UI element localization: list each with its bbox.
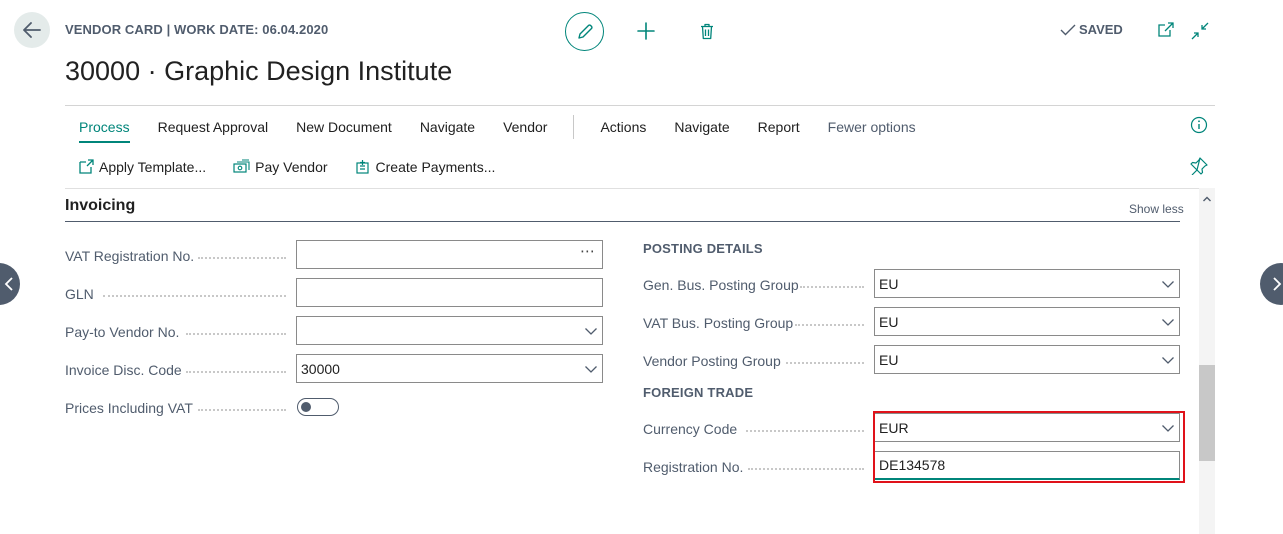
chevron-down-icon — [585, 365, 597, 373]
create-payments-button[interactable]: Create Payments... — [355, 159, 496, 175]
section-title: Invoicing — [65, 197, 136, 214]
save-status-text: SAVED — [1079, 22, 1123, 37]
apply-template-label: Apply Template... — [99, 159, 207, 175]
pin-action-bar-button[interactable] — [1190, 157, 1210, 177]
pay-vendor-button[interactable]: Pay Vendor — [233, 159, 328, 175]
pay-to-vendor-select[interactable] — [296, 316, 603, 345]
show-less-link[interactable]: Show less — [1129, 202, 1184, 216]
menu-new-document[interactable]: New Document — [282, 117, 406, 137]
vendor-posting-group-label: Vendor Posting Group — [643, 353, 781, 369]
vendor-posting-group-value: EU — [879, 351, 899, 368]
fewer-options-button[interactable]: Fewer options — [814, 117, 930, 137]
prices-including-vat-toggle[interactable] — [297, 398, 339, 416]
action-menu: Process Request Approval New Document Na… — [65, 115, 930, 143]
label-leader — [198, 257, 286, 259]
action-bar-divider — [65, 188, 1215, 189]
apply-template-icon — [79, 159, 94, 174]
chevron-right-icon — [1273, 277, 1282, 291]
menu-separator — [573, 115, 575, 139]
label-leader — [198, 409, 286, 411]
menu-report[interactable]: Report — [744, 117, 814, 137]
collapse-button[interactable] — [1190, 21, 1210, 41]
vat-bus-posting-group-value: EU — [879, 313, 899, 330]
info-button[interactable] — [1190, 116, 1208, 134]
edit-button[interactable] — [565, 12, 604, 51]
gln-input[interactable] — [296, 278, 603, 307]
label-leader — [795, 324, 864, 326]
popout-icon — [1158, 22, 1174, 37]
foreign-trade-heading: FOREIGN TRADE — [643, 385, 754, 400]
pay-to-vendor-label: Pay-to Vendor No. — [65, 324, 180, 340]
trash-icon — [701, 23, 713, 39]
chevron-down-icon — [1162, 356, 1174, 364]
gln-label: GLN — [65, 286, 94, 302]
menu-vendor[interactable]: Vendor — [489, 117, 561, 137]
menu-request-approval[interactable]: Request Approval — [144, 117, 283, 137]
label-leader — [103, 295, 286, 297]
vat-registration-label: VAT Registration No. — [65, 248, 195, 264]
vendor-posting-group-select[interactable]: EU — [874, 345, 1180, 374]
vat-bus-posting-group-label: VAT Bus. Posting Group — [643, 315, 794, 331]
chevron-down-icon — [585, 327, 597, 335]
process-actions-bar: Apply Template... Pay Vendor Create Paym… — [78, 157, 522, 177]
breadcrumb: VENDOR CARD | WORK DATE: 06.04.2020 — [65, 22, 329, 37]
back-arrow-icon — [23, 22, 41, 38]
label-leader — [186, 371, 286, 373]
scroll-up-arrow-icon[interactable] — [1201, 193, 1213, 205]
label-leader — [786, 362, 864, 364]
invoice-disc-code-select[interactable]: 30000 — [296, 354, 603, 383]
back-button[interactable] — [14, 12, 50, 48]
menu-navigate[interactable]: Navigate — [406, 117, 489, 137]
gen-bus-posting-group-value: EU — [879, 275, 899, 292]
invoice-disc-code-value: 30000 — [301, 360, 340, 377]
label-leader — [800, 286, 864, 288]
invoice-disc-code-label: Invoice Disc. Code — [65, 362, 182, 378]
info-icon — [1190, 116, 1208, 134]
create-payments-icon — [355, 160, 369, 174]
gen-bus-posting-group-select[interactable]: EU — [874, 269, 1180, 298]
label-leader — [748, 468, 864, 470]
header-divider — [65, 105, 1215, 106]
previous-record-button[interactable] — [0, 263, 20, 305]
save-status: SAVED — [1060, 22, 1123, 37]
registration-no-label: Registration No. — [643, 459, 744, 475]
menu-navigate-secondary[interactable]: Navigate — [660, 117, 743, 137]
pencil-icon — [577, 23, 593, 39]
plus-icon — [637, 22, 655, 40]
new-button[interactable] — [634, 19, 658, 43]
create-payments-label: Create Payments... — [375, 159, 496, 175]
vat-bus-posting-group-select[interactable]: EU — [874, 307, 1180, 336]
lookup-ellipsis-icon[interactable]: ⋯ — [580, 244, 596, 263]
collapse-icon — [1191, 22, 1209, 40]
open-new-window-button[interactable] — [1157, 21, 1175, 39]
posting-details-heading: POSTING DETAILS — [643, 241, 763, 256]
vat-registration-input[interactable]: ⋯ — [296, 240, 603, 269]
scrollbar-track[interactable] — [1199, 188, 1215, 534]
pin-icon — [1190, 157, 1208, 176]
chevron-left-icon — [4, 277, 13, 291]
chevron-down-icon — [1162, 318, 1174, 326]
currency-code-label: Currency Code — [643, 421, 738, 437]
pay-vendor-label: Pay Vendor — [255, 159, 328, 175]
next-record-button[interactable] — [1260, 263, 1283, 305]
check-icon — [1060, 24, 1076, 35]
label-leader — [746, 430, 864, 432]
page-title: 30000 · Graphic Design Institute — [65, 56, 453, 86]
gen-bus-posting-group-label: Gen. Bus. Posting Group — [643, 277, 799, 293]
menu-process[interactable]: Process — [65, 117, 144, 143]
delete-button[interactable] — [696, 19, 718, 43]
highlight-box — [873, 411, 1185, 483]
apply-template-button[interactable]: Apply Template... — [78, 159, 206, 175]
prices-including-vat-label: Prices Including VAT — [65, 400, 193, 416]
pay-vendor-icon — [233, 159, 250, 173]
chevron-down-icon — [1162, 280, 1174, 288]
scrollbar-thumb[interactable] — [1199, 365, 1215, 461]
label-leader — [186, 333, 286, 335]
menu-actions[interactable]: Actions — [586, 117, 660, 137]
section-divider — [65, 221, 1180, 222]
